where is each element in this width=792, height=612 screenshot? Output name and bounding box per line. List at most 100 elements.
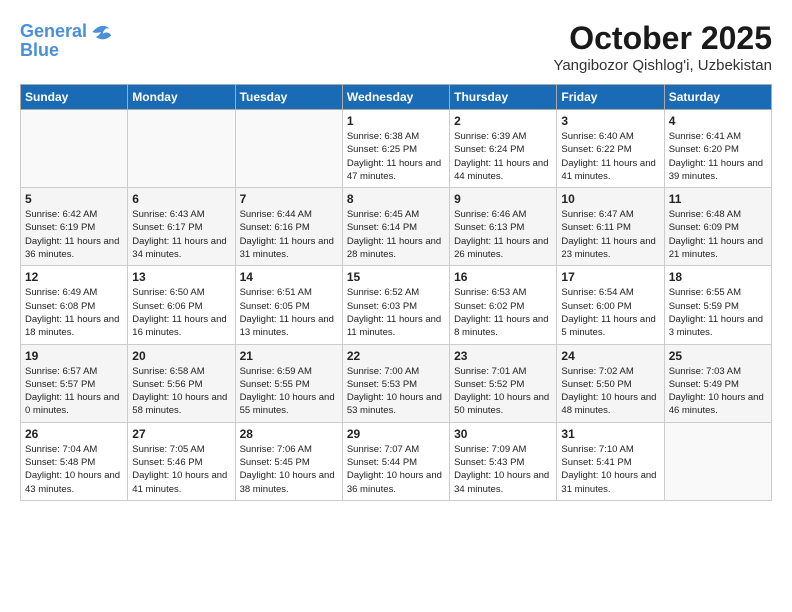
day-number: 27 xyxy=(132,427,230,441)
calendar-cell: 23 Sunrise: 7:01 AM Sunset: 5:52 PM Dayli… xyxy=(450,344,557,422)
calendar-cell: 7 Sunrise: 6:44 AM Sunset: 6:16 PM Daylig… xyxy=(235,188,342,266)
calendar-title: October 2025 xyxy=(553,20,772,57)
calendar-week-row: 26 Sunrise: 7:04 AM Sunset: 5:48 PM Dayli… xyxy=(21,422,772,500)
calendar-cell: 27Sunrise: 7:05 AM Sunset: 5:46 PM Dayli… xyxy=(128,422,235,500)
day-number: 30 xyxy=(454,427,552,441)
day-number: 9 xyxy=(454,192,552,206)
day-number: 29 xyxy=(347,427,445,441)
calendar-cell: 18 Sunrise: 6:55 AM Sunset: 5:59 PM Dayli… xyxy=(664,266,771,344)
day-number: 10 xyxy=(561,192,659,206)
calendar-cell: 19 Sunrise: 6:57 AM Sunset: 5:57 PM Dayli… xyxy=(21,344,128,422)
day-info: Sunrise: 6:46 AM Sunset: 6:13 PM Dayligh… xyxy=(454,208,552,261)
day-info: Sunrise: 6:49 AM Sunset: 6:08 PM Dayligh… xyxy=(25,286,123,339)
calendar-week-row: 1 Sunrise: 6:38 AM Sunset: 6:25 PM Daylig… xyxy=(21,110,772,188)
weekday-header: Wednesday xyxy=(342,85,449,110)
day-info: Sunrise: 6:41 AM Sunset: 6:20 PM Dayligh… xyxy=(669,130,767,183)
calendar-cell: 17Sunrise: 6:54 AM Sunset: 6:00 PM Dayli… xyxy=(557,266,664,344)
day-number: 7 xyxy=(240,192,338,206)
day-number: 1 xyxy=(347,114,445,128)
calendar-cell: 16 Sunrise: 6:53 AM Sunset: 6:02 PM Dayli… xyxy=(450,266,557,344)
day-info: Sunrise: 6:39 AM Sunset: 6:24 PM Dayligh… xyxy=(454,130,552,183)
calendar-cell: 6 Sunrise: 6:43 AM Sunset: 6:17 PM Daylig… xyxy=(128,188,235,266)
day-info: Sunrise: 6:38 AM Sunset: 6:25 PM Dayligh… xyxy=(347,130,445,183)
calendar-cell: 12 Sunrise: 6:49 AM Sunset: 6:08 PM Dayli… xyxy=(21,266,128,344)
day-number: 8 xyxy=(347,192,445,206)
day-info: Sunrise: 6:55 AM Sunset: 5:59 PM Dayligh… xyxy=(669,286,767,339)
day-info: Sunrise: 6:59 AM Sunset: 5:55 PM Dayligh… xyxy=(240,365,338,418)
day-info: Sunrise: 7:06 AM Sunset: 5:45 PM Dayligh… xyxy=(240,443,338,496)
calendar-cell: 4Sunrise: 6:41 AM Sunset: 6:20 PM Daylig… xyxy=(664,110,771,188)
day-number: 31 xyxy=(561,427,659,441)
day-number: 19 xyxy=(25,349,123,363)
day-number: 24 xyxy=(561,349,659,363)
calendar-subtitle: Yangibozor Qishlog'i, Uzbekistan xyxy=(553,57,772,74)
weekday-header: Saturday xyxy=(664,85,771,110)
day-info: Sunrise: 6:45 AM Sunset: 6:14 PM Dayligh… xyxy=(347,208,445,261)
calendar-cell: 31Sunrise: 7:10 AM Sunset: 5:41 PM Dayli… xyxy=(557,422,664,500)
calendar-cell: 2Sunrise: 6:39 AM Sunset: 6:24 PM Daylig… xyxy=(450,110,557,188)
day-info: Sunrise: 6:57 AM Sunset: 5:57 PM Dayligh… xyxy=(25,365,123,418)
day-number: 13 xyxy=(132,270,230,284)
weekday-header: Sunday xyxy=(21,85,128,110)
day-info: Sunrise: 6:53 AM Sunset: 6:02 PM Dayligh… xyxy=(454,286,552,339)
day-info: Sunrise: 6:43 AM Sunset: 6:17 PM Dayligh… xyxy=(132,208,230,261)
day-number: 23 xyxy=(454,349,552,363)
day-number: 16 xyxy=(454,270,552,284)
title-block: October 2025 Yangibozor Qishlog'i, Uzbek… xyxy=(553,20,772,74)
calendar-cell: 9 Sunrise: 6:46 AM Sunset: 6:13 PM Daylig… xyxy=(450,188,557,266)
day-info: Sunrise: 7:07 AM Sunset: 5:44 PM Dayligh… xyxy=(347,443,445,496)
day-number: 14 xyxy=(240,270,338,284)
day-number: 11 xyxy=(669,192,767,206)
day-number: 17 xyxy=(561,270,659,284)
calendar-cell: 28 Sunrise: 7:06 AM Sunset: 5:45 PM Dayli… xyxy=(235,422,342,500)
day-info: Sunrise: 7:01 AM Sunset: 5:52 PM Dayligh… xyxy=(454,365,552,418)
calendar-cell: 26 Sunrise: 7:04 AM Sunset: 5:48 PM Dayli… xyxy=(21,422,128,500)
day-number: 5 xyxy=(25,192,123,206)
day-number: 3 xyxy=(561,114,659,128)
calendar-cell xyxy=(664,422,771,500)
day-info: Sunrise: 6:44 AM Sunset: 6:16 PM Dayligh… xyxy=(240,208,338,261)
calendar-cell: 11Sunrise: 6:48 AM Sunset: 6:09 PM Dayli… xyxy=(664,188,771,266)
day-info: Sunrise: 7:09 AM Sunset: 5:43 PM Dayligh… xyxy=(454,443,552,496)
day-info: Sunrise: 6:58 AM Sunset: 5:56 PM Dayligh… xyxy=(132,365,230,418)
calendar-cell xyxy=(128,110,235,188)
day-info: Sunrise: 6:47 AM Sunset: 6:11 PM Dayligh… xyxy=(561,208,659,261)
calendar-cell xyxy=(235,110,342,188)
day-number: 25 xyxy=(669,349,767,363)
header: General Blue October 2025 Yangibozor Qis… xyxy=(20,20,772,74)
calendar-page: General Blue October 2025 Yangibozor Qis… xyxy=(0,0,792,511)
calendar-cell: 3 Sunrise: 6:40 AM Sunset: 6:22 PM Daylig… xyxy=(557,110,664,188)
weekday-header: Tuesday xyxy=(235,85,342,110)
calendar-cell: 24Sunrise: 7:02 AM Sunset: 5:50 PM Dayli… xyxy=(557,344,664,422)
day-info: Sunrise: 6:50 AM Sunset: 6:06 PM Dayligh… xyxy=(132,286,230,339)
calendar-cell: 5 Sunrise: 6:42 AM Sunset: 6:19 PM Daylig… xyxy=(21,188,128,266)
logo-text: General xyxy=(20,22,87,42)
day-info: Sunrise: 7:03 AM Sunset: 5:49 PM Dayligh… xyxy=(669,365,767,418)
day-info: Sunrise: 6:42 AM Sunset: 6:19 PM Dayligh… xyxy=(25,208,123,261)
logo-icon xyxy=(89,20,113,44)
calendar-table: SundayMondayTuesdayWednesdayThursdayFrid… xyxy=(20,84,772,501)
day-info: Sunrise: 6:52 AM Sunset: 6:03 PM Dayligh… xyxy=(347,286,445,339)
day-info: Sunrise: 6:40 AM Sunset: 6:22 PM Dayligh… xyxy=(561,130,659,183)
calendar-week-row: 5 Sunrise: 6:42 AM Sunset: 6:19 PM Daylig… xyxy=(21,188,772,266)
calendar-cell: 13 Sunrise: 6:50 AM Sunset: 6:06 PM Dayli… xyxy=(128,266,235,344)
weekday-header: Friday xyxy=(557,85,664,110)
calendar-cell: 14 Sunrise: 6:51 AM Sunset: 6:05 PM Dayli… xyxy=(235,266,342,344)
day-number: 6 xyxy=(132,192,230,206)
day-number: 15 xyxy=(347,270,445,284)
day-info: Sunrise: 7:04 AM Sunset: 5:48 PM Dayligh… xyxy=(25,443,123,496)
calendar-cell: 30 Sunrise: 7:09 AM Sunset: 5:43 PM Dayli… xyxy=(450,422,557,500)
calendar-cell: 15 Sunrise: 6:52 AM Sunset: 6:03 PM Dayli… xyxy=(342,266,449,344)
day-info: Sunrise: 6:51 AM Sunset: 6:05 PM Dayligh… xyxy=(240,286,338,339)
calendar-week-row: 19 Sunrise: 6:57 AM Sunset: 5:57 PM Dayli… xyxy=(21,344,772,422)
calendar-cell: 25 Sunrise: 7:03 AM Sunset: 5:49 PM Dayli… xyxy=(664,344,771,422)
day-number: 28 xyxy=(240,427,338,441)
calendar-cell: 8 Sunrise: 6:45 AM Sunset: 6:14 PM Daylig… xyxy=(342,188,449,266)
day-number: 26 xyxy=(25,427,123,441)
day-info: Sunrise: 7:00 AM Sunset: 5:53 PM Dayligh… xyxy=(347,365,445,418)
logo: General Blue xyxy=(20,20,113,61)
day-number: 18 xyxy=(669,270,767,284)
day-number: 20 xyxy=(132,349,230,363)
day-number: 12 xyxy=(25,270,123,284)
day-number: 22 xyxy=(347,349,445,363)
